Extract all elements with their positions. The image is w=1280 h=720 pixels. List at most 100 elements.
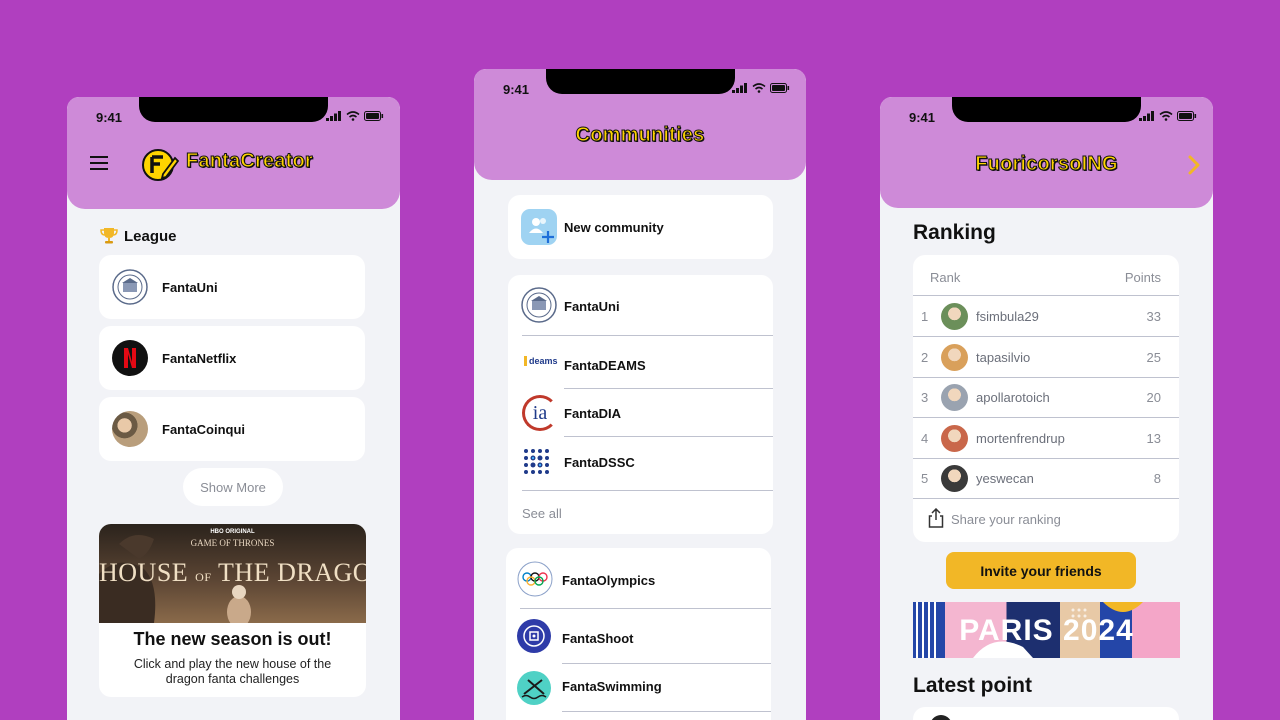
rank-number: 1 <box>921 309 929 324</box>
user-avatar <box>941 303 968 330</box>
ranking-title: Ranking <box>913 221 996 244</box>
fantacreator-logo-icon <box>142 149 179 181</box>
wifi-icon <box>752 83 766 93</box>
ranking-row[interactable]: 3 apollarotoich 20 <box>913 377 1179 418</box>
university-seal-icon <box>521 287 557 323</box>
wifi-icon <box>1159 111 1173 121</box>
community-name: FantaOlympics <box>562 573 656 588</box>
username: tapasilvio <box>976 349 1031 365</box>
status-time: 9:41 <box>909 110 936 125</box>
rank-number: 5 <box>921 471 929 486</box>
community-item-fantadeams[interactable]: deams FantaDEAMS <box>508 336 773 388</box>
page-title: Communities <box>575 124 705 147</box>
new-community-button[interactable]: New community <box>508 195 773 259</box>
league-name: FantaNetflix <box>162 351 237 366</box>
netflix-logo-icon <box>112 340 148 376</box>
promo-body: Click and play the new house of the drag… <box>133 657 332 686</box>
promo-card[interactable]: HBO ORIGINAL GAME OF THRONES HOUSE OF TH… <box>99 524 366 697</box>
league-card-fantanetflix[interactable]: FantaNetflix <box>99 326 365 390</box>
league-card-fantauni[interactable]: FantaUni <box>99 255 365 319</box>
hamburger-menu-icon[interactable] <box>90 156 108 170</box>
got-label: GAME OF THRONES <box>190 538 275 548</box>
community-item-fantadia[interactable]: ia FantaDIA <box>508 389 773 436</box>
see-all-link[interactable]: See all <box>522 506 562 521</box>
hotd-line1: HOUSE <box>99 558 189 587</box>
new-community-icon <box>521 209 557 245</box>
paris-2024-banner[interactable]: PARIS 2024 <box>913 602 1180 658</box>
column-header-rank: Rank <box>930 270 961 285</box>
group-photo-avatar <box>112 411 148 447</box>
latest-avatar <box>930 715 952 720</box>
chevron-right-icon[interactable] <box>1187 154 1201 176</box>
hotd-line2: THE DRAGON <box>218 558 366 587</box>
status-time: 9:41 <box>96 110 123 125</box>
community-item-fantadssc[interactable]: FantaDSSC <box>508 437 773 489</box>
page-title: FuoricorsoING <box>975 153 1118 176</box>
share-icon[interactable] <box>928 508 944 528</box>
notch <box>952 97 1141 122</box>
hotd-of: OF <box>195 570 212 584</box>
section-title-league: League <box>124 228 177 245</box>
ranking-row[interactable]: 2 tapasilvio 25 <box>913 337 1179 378</box>
latest-point-title: Latest point <box>913 674 1032 697</box>
username: fsimbula29 <box>976 309 1039 324</box>
username: yeswecan <box>976 471 1034 486</box>
promo-image: HBO ORIGINAL GAME OF THRONES HOUSE OF TH… <box>99 524 366 623</box>
battery-icon <box>770 83 790 93</box>
community-item-fantauni[interactable]: FantaUni <box>508 275 773 335</box>
ranking-table: Rank Points 1 fsimbula29 33 2 tapasilvio 25 3 a… <box>913 255 1179 542</box>
show-more-button[interactable]: Show More <box>183 468 283 506</box>
community-name: FantaUni <box>564 299 620 314</box>
trophy-icon <box>100 228 118 244</box>
community-name: FantaShoot <box>562 631 634 646</box>
phone-fantacreator: 9:41 FantaCreator League FantaUni FantaN… <box>67 97 400 720</box>
header: 9:41 FantaCreator <box>67 97 400 209</box>
community-item-fantaolympics[interactable]: FantaOlympics <box>506 548 771 608</box>
user-points: 13 <box>1146 430 1161 446</box>
status-icons <box>732 83 790 93</box>
status-icons <box>1139 111 1197 121</box>
latest-point-card[interactable] <box>913 707 1179 720</box>
wifi-icon <box>346 111 360 121</box>
league-name: FantaUni <box>162 280 218 295</box>
ranking-row[interactable]: 5 yeswecan 8 <box>913 458 1179 499</box>
ranking-row[interactable]: 4 mortenfrendrup 13 <box>913 418 1179 459</box>
battery-icon <box>364 111 384 121</box>
show-more-label: Show More <box>200 479 266 495</box>
signal-icon <box>1139 111 1154 121</box>
phone-ranking: 9:41 FuoricorsoING Ranking Rank Points 1… <box>880 97 1213 720</box>
ranking-row[interactable]: 1 fsimbula29 33 <box>913 296 1179 337</box>
community-name: FantaDEAMS <box>564 358 646 373</box>
share-ranking-link[interactable]: Share your ranking <box>951 512 1061 527</box>
status-time: 9:41 <box>503 82 530 97</box>
banner-text: PARIS 2024 <box>959 614 1134 647</box>
hotd-title: HOUSE OF THE DRAGON <box>99 558 366 588</box>
league-card-fantacoinqui[interactable]: FantaCoinqui <box>99 397 365 461</box>
dssc-dots-logo-icon <box>524 449 549 474</box>
divider <box>913 498 1179 499</box>
status-icons <box>326 111 384 121</box>
rank-number: 3 <box>921 390 929 405</box>
user-avatar <box>941 343 968 371</box>
deams-logo-icon: deams <box>524 356 558 366</box>
username: apollarotoich <box>976 390 1050 405</box>
user-avatar <box>941 465 968 492</box>
swimming-icon <box>517 671 551 705</box>
community-item-fantashoot[interactable]: FantaShoot <box>506 609 771 663</box>
invite-friends-label: Invite your friends <box>980 562 1102 579</box>
community-item-fantaswimming[interactable]: FantaSwimming <box>506 664 771 712</box>
notch <box>546 69 735 94</box>
header: 9:41 FuoricorsoING <box>880 97 1213 208</box>
community-name: FantaDIA <box>564 406 622 421</box>
signal-icon <box>732 83 747 93</box>
community-group-2: FantaOlympics FantaShoot FantaSwimming <box>506 548 771 720</box>
university-seal-icon <box>112 269 148 305</box>
community-name: FantaSwimming <box>562 679 662 694</box>
divider <box>562 711 771 712</box>
dia-logo-icon: ia <box>522 395 558 431</box>
user-points: 8 <box>1153 471 1161 486</box>
hbo-original-label: HBO ORIGINAL <box>210 529 255 535</box>
app-title: FantaCreator <box>186 150 314 173</box>
user-points: 25 <box>1146 349 1161 365</box>
invite-friends-button[interactable]: Invite your friends <box>946 552 1136 589</box>
